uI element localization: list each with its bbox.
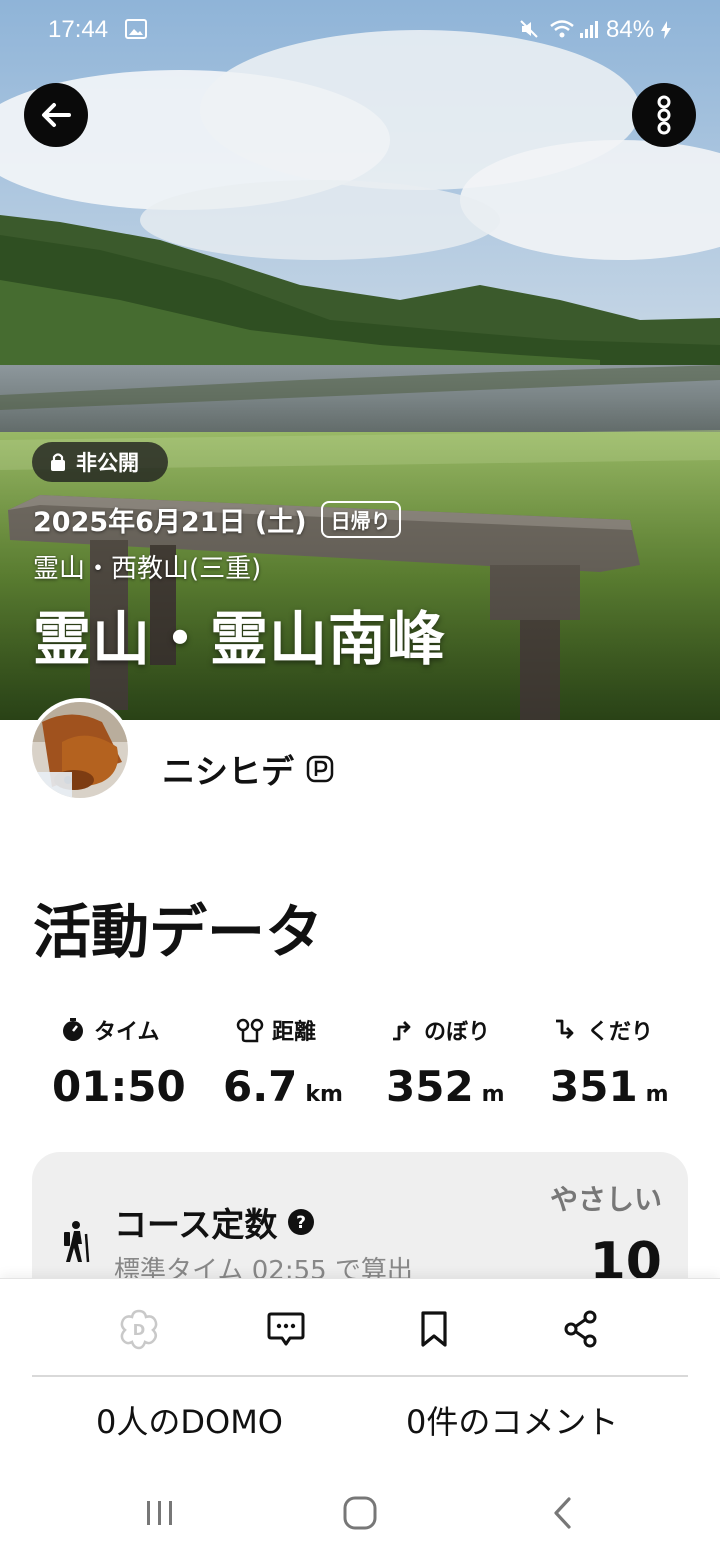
- arrow-left-icon: [42, 103, 71, 127]
- back-button[interactable]: [24, 83, 88, 147]
- home-icon: [343, 1496, 377, 1530]
- share-button[interactable]: [559, 1307, 603, 1351]
- action-bar: D 0人のDOMO 0件のコメント: [0, 1278, 720, 1468]
- stat-ascent-label: のぼり: [424, 1020, 491, 1045]
- visibility-badge: 非公開: [32, 442, 168, 482]
- stat-time-value: 01:50: [52, 1062, 186, 1111]
- activity-title: 霊山・霊山南峰: [33, 605, 447, 673]
- descent-icon: [556, 1019, 574, 1039]
- stat-distance: 距離: [236, 1010, 316, 1050]
- domo-count[interactable]: 0人のDOMO: [96, 1397, 283, 1443]
- help-icon[interactable]: ?: [287, 1208, 315, 1236]
- comment-count[interactable]: 0件のコメント: [406, 1397, 618, 1443]
- gallery-icon: [125, 19, 147, 39]
- bookmark-icon: [421, 1311, 447, 1347]
- stat-distance-value: 6.7: [223, 1062, 298, 1111]
- stat-ascent-unit: m: [481, 1082, 505, 1107]
- stat-time: タイム: [60, 1010, 160, 1050]
- action-divider: [32, 1375, 688, 1377]
- lock-icon: [51, 453, 65, 471]
- ascent-icon: [393, 1021, 411, 1041]
- premium-p-icon: [306, 755, 334, 783]
- stat-descent-value: 351: [550, 1062, 638, 1111]
- chevron-left-icon: [554, 1497, 571, 1529]
- status-bar: 17:44 84%: [0, 0, 720, 60]
- hiker-icon: [64, 1221, 90, 1263]
- comment-button[interactable]: [264, 1307, 308, 1351]
- visibility-label: 非公開: [76, 451, 139, 475]
- hero-photo: 17:44 84% 非公開 2025年6月21日 (土) 日帰り 霊山・西教山(…: [0, 0, 720, 720]
- route-pins-icon: [236, 1018, 264, 1043]
- status-time: 17:44: [48, 16, 109, 43]
- trip-type-badge: 日帰り: [320, 501, 401, 538]
- domo-icon: D: [120, 1309, 158, 1350]
- recent-apps-icon: [147, 1501, 172, 1525]
- course-difficulty: やさしい: [549, 1183, 662, 1216]
- user-name: ニシヒデ: [162, 752, 294, 791]
- home-button[interactable]: [330, 1488, 390, 1538]
- svg-text:?: ?: [296, 1213, 306, 1233]
- domo-button[interactable]: D: [117, 1307, 161, 1351]
- stat-descent: くだり: [553, 1010, 653, 1050]
- system-back-button[interactable]: [533, 1488, 593, 1538]
- comment-icon: [267, 1312, 305, 1346]
- stopwatch-icon: [63, 1018, 83, 1041]
- wifi-icon: [550, 20, 574, 38]
- stat-descent-unit: m: [645, 1082, 669, 1107]
- activity-date-row: 2025年6月21日 (土) 日帰り: [33, 500, 401, 539]
- vertical-dots-icon: [657, 95, 671, 135]
- stat-time-label: タイム: [94, 1020, 160, 1045]
- stat-distance-unit: km: [305, 1082, 343, 1107]
- signal-icon: [580, 21, 598, 38]
- system-nav-bar: [0, 1468, 720, 1560]
- course-constant-title: コース定数: [114, 1205, 278, 1244]
- share-icon: [564, 1310, 597, 1348]
- user-name-row[interactable]: ニシヒデ: [162, 745, 334, 793]
- stat-descent-label: くだり: [587, 1020, 654, 1045]
- mountain-area[interactable]: 霊山・西教山(三重): [33, 548, 261, 585]
- activity-stats: タイム 01:50 距離 6.7 km のぼり 352 m くだり 351 m: [0, 1010, 720, 1120]
- stat-ascent-value: 352: [386, 1062, 474, 1111]
- activity-date: 2025年6月21日 (土): [33, 507, 307, 538]
- activity-section-title: 活動データ: [33, 898, 324, 966]
- battery-level: 84%: [606, 16, 655, 43]
- bookmark-button[interactable]: [412, 1307, 456, 1351]
- stat-distance-label: 距離: [272, 1020, 317, 1045]
- mute-icon: [520, 20, 538, 38]
- svg-text:D: D: [133, 1321, 145, 1339]
- recent-apps-button[interactable]: [130, 1488, 190, 1538]
- avatar[interactable]: [28, 698, 132, 802]
- charging-icon: [661, 21, 671, 39]
- stat-ascent: のぼり: [390, 1010, 490, 1050]
- user-avatar-image: [32, 702, 128, 798]
- more-menu-button[interactable]: [632, 83, 696, 147]
